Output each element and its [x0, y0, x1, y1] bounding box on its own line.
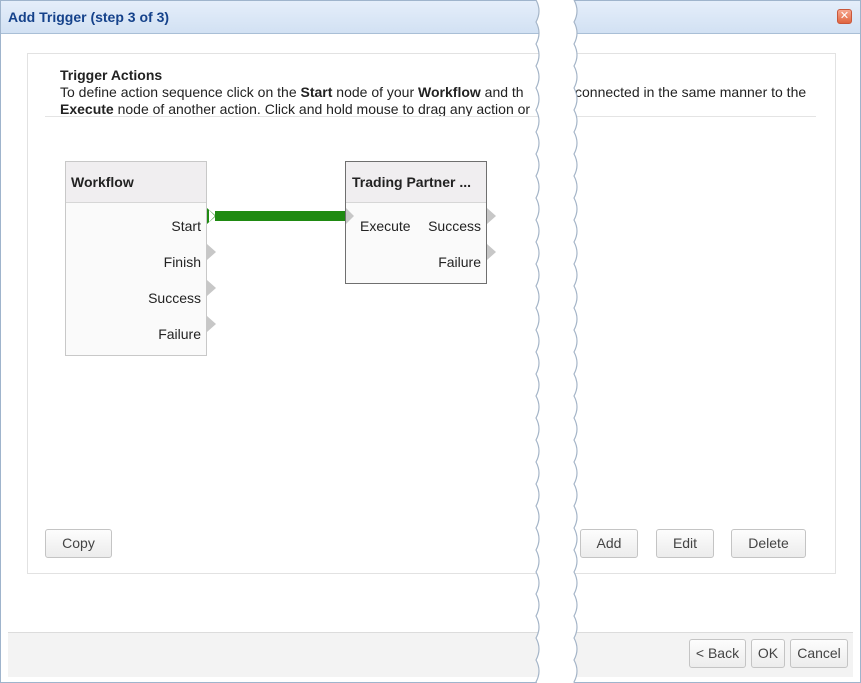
delete-button[interactable]: Delete	[731, 529, 806, 558]
torn-edge-divider	[535, 0, 578, 683]
copy-button[interactable]: Copy	[45, 529, 112, 558]
dialog-title: Add Trigger (step 3 of 3)	[8, 9, 170, 25]
port-label-failure: Failure	[438, 254, 481, 270]
port-label-finish: Finish	[163, 254, 201, 270]
instructions-text: and th	[480, 84, 524, 100]
trading-partner-success-port[interactable]	[487, 208, 496, 224]
dialog-titlebar[interactable]: Add Trigger (step 3 of 3) ✕	[1, 1, 860, 34]
cancel-button[interactable]: Cancel	[790, 639, 848, 668]
instructions-bold-execute: Execute	[60, 101, 114, 117]
instructions-text: node of your	[332, 84, 419, 100]
instructions-line-2: Execute node of another action. Click an…	[60, 101, 530, 117]
close-icon[interactable]: ✕	[837, 9, 852, 24]
port-label-success: Success	[428, 218, 481, 234]
workflow-success-port[interactable]	[207, 280, 216, 296]
instructions-line-1-right: connected in the same manner to the	[575, 84, 807, 100]
port-label-execute: Execute	[360, 218, 411, 234]
edit-button[interactable]: Edit	[656, 529, 714, 558]
port-label-start: Start	[171, 218, 201, 234]
trading-partner-node-header[interactable]: Trading Partner ...	[346, 162, 486, 203]
instructions-text: To define action sequence click on the	[60, 84, 301, 100]
workflow-finish-port[interactable]	[207, 244, 216, 260]
workflow-node-title: Workflow	[71, 174, 134, 190]
instructions-text: node of another action. Click and hold m…	[113, 101, 531, 117]
trading-partner-failure-port[interactable]	[487, 244, 496, 260]
trading-partner-node[interactable]: Trading Partner ... Execute Success Fail…	[345, 161, 487, 284]
instructions-bold-workflow: Workflow	[418, 84, 481, 100]
add-button[interactable]: Add	[580, 529, 638, 558]
instructions-bold-start: Start	[300, 84, 333, 100]
workflow-node[interactable]: Workflow Start Finish Success Failure	[65, 161, 207, 356]
instructions-line-1: To define action sequence click on the S…	[60, 84, 524, 100]
workflow-failure-port[interactable]	[207, 316, 216, 332]
connector-line-body	[215, 211, 345, 221]
trading-partner-execute-port[interactable]	[346, 208, 354, 224]
section-title: Trigger Actions	[60, 67, 163, 83]
port-label-failure: Failure	[158, 326, 201, 342]
connector-line[interactable]	[205, 205, 355, 227]
section-divider	[45, 116, 816, 117]
port-label-success: Success	[148, 290, 201, 306]
back-button[interactable]: < Back	[689, 639, 746, 668]
trading-partner-node-title: Trading Partner ...	[352, 174, 472, 190]
ok-button[interactable]: OK	[751, 639, 785, 668]
workflow-node-header[interactable]: Workflow	[66, 162, 206, 203]
